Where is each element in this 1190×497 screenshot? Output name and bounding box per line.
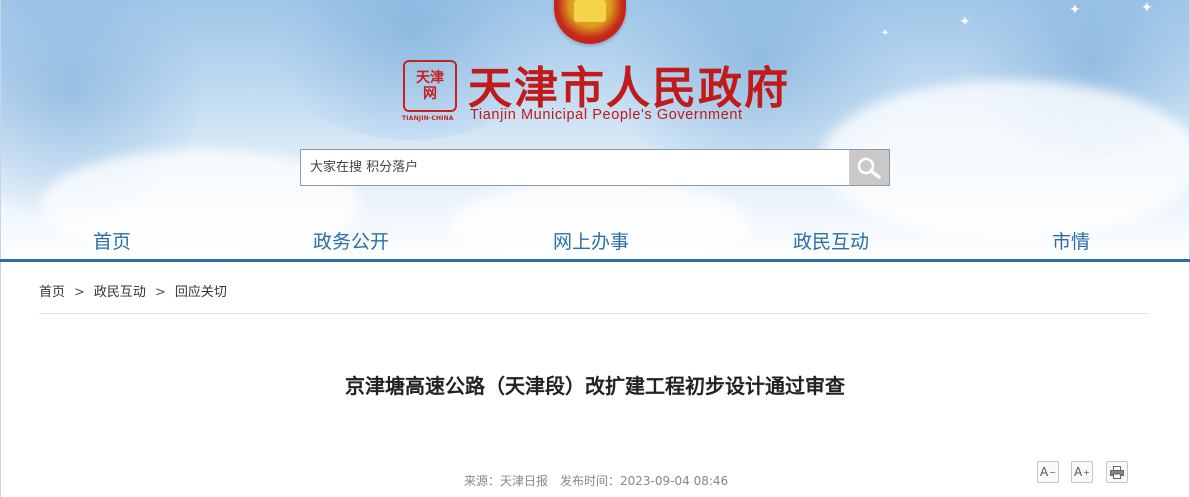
site-subtitle: Tianjin Municipal People's Government — [470, 107, 743, 123]
nav-item-government-affairs[interactable]: 政务公开 — [313, 227, 389, 254]
breadcrumb-separator: > — [74, 285, 85, 300]
bird-icon: ✦ — [1069, 2, 1081, 18]
main-nav: 首页 政务公开 网上办事 政民互动 市情 — [0, 222, 1190, 260]
nav-item-online-services[interactable]: 网上办事 — [553, 227, 629, 254]
seal-text: 天津网 — [416, 70, 444, 102]
nav-item-city-info[interactable]: 市情 — [1052, 227, 1090, 254]
search-icon — [857, 157, 881, 179]
article-title: 京津塘高速公路（天津段）改扩建工程初步设计通过审查 — [345, 374, 845, 398]
article-source: 来源：天津日报 — [464, 474, 549, 488]
bird-icon: ✦ — [959, 14, 971, 30]
font-decrease-icon: A — [1040, 465, 1049, 479]
bird-icon: ✦ — [1141, 0, 1153, 16]
print-icon — [1110, 465, 1124, 479]
search-button[interactable] — [849, 150, 889, 185]
nav-item-home[interactable]: 首页 — [93, 227, 131, 254]
search-input[interactable] — [301, 150, 849, 185]
font-increase-icon: A — [1074, 465, 1083, 479]
nav-item-public-interaction[interactable]: 政民互动 — [793, 227, 869, 254]
nav-underline — [0, 259, 1190, 262]
decrease-font-button[interactable]: A − — [1037, 461, 1059, 483]
search-bar — [300, 149, 890, 186]
seal-caption: TIANJIN·CHINA — [402, 115, 454, 122]
article-publish-time: 发布时间：2023-09-04 08:46 — [560, 474, 729, 488]
breadcrumb-responses[interactable]: 回应关切 — [175, 281, 227, 300]
bird-icon: ✦ — [881, 28, 890, 39]
breadcrumb-home[interactable]: 首页 — [39, 281, 65, 300]
breadcrumb-divider — [39, 313, 1149, 314]
breadcrumb-public-interaction[interactable]: 政民互动 — [94, 281, 146, 300]
site-logo-seal[interactable]: 天津网 — [403, 60, 457, 112]
breadcrumb: 首页 > 政民互动 > 回应关切 — [39, 281, 227, 300]
print-button[interactable] — [1106, 461, 1128, 483]
article-meta: 来源：天津日报 发布时间：2023-09-04 08:46 — [464, 472, 728, 489]
increase-font-button[interactable]: A + — [1071, 461, 1093, 483]
breadcrumb-separator: > — [154, 285, 166, 300]
